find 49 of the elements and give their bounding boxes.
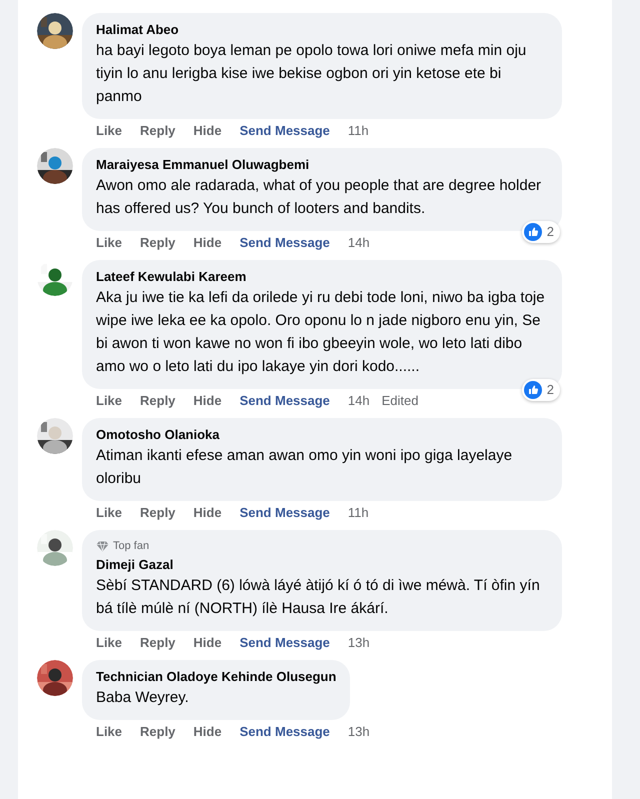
comment-text: ha bayi legoto boya leman pe opolo towa lori oniwe mefa min oju tiyin lo anu lerigba kise iwe bekise ogbon ori yin ketose ete bi panmo: [96, 41, 528, 107]
action-link[interactable]: Like: [96, 503, 122, 523]
comment-text: Awon omo ale radarada, what of you people that are degree holder has offered us? You bunch of looters and bandits.: [96, 176, 542, 219]
action-link[interactable]: Hide: [193, 503, 222, 523]
action-link[interactable]: Reply: [140, 503, 176, 523]
comment-text: Baba Weyrey.: [96, 688, 190, 708]
author-name[interactable]: Omotosho Olanioka: [96, 426, 220, 444]
action-link[interactable]: Send Message: [240, 233, 330, 253]
author-name[interactable]: Lateef Kewulabi Kareem: [96, 268, 246, 286]
author-name[interactable]: Maraiyesa Emmanuel Oluwagbemi: [96, 156, 310, 174]
timestamp[interactable]: 11h: [348, 503, 369, 523]
author-name[interactable]: Technician Oladoye Kehinde Olusegun: [96, 668, 336, 686]
timestamp[interactable]: 13h: [348, 722, 370, 742]
top-fan-label: Top fan: [113, 538, 150, 554]
action-link[interactable]: Send Message: [240, 391, 330, 411]
reaction-count[interactable]: 2: [522, 379, 560, 401]
action-link[interactable]: Like: [96, 722, 122, 742]
action-link[interactable]: Send Message: [240, 722, 330, 742]
action-link[interactable]: Reply: [140, 391, 176, 411]
comment-text: Aka ju iwe tie ka lefi da orilede yi ru debi tode loni, niwo ba igba toje wipe iwe leka ee ka opolo. Oro oponu lo n jade nigboro enu yin, Se bi awon ti won kawe no won fi ibo gbeeyin wole, wo leto lati dibo amo wo o leto lati du ipo lakaye yin dori kodo......: [96, 288, 546, 377]
action-link[interactable]: Like: [96, 233, 122, 253]
author-name[interactable]: Halimat Abeo: [96, 21, 179, 39]
action-link[interactable]: Like: [96, 633, 122, 653]
action-link[interactable]: Send Message: [240, 503, 330, 523]
action-link[interactable]: Hide: [193, 121, 222, 141]
edited-label: Edited: [382, 392, 418, 410]
comment-text: Sèbí STANDARD (6) lówà láyé àtijó kí ó tó di ìwe méwà. Tí òfin yín bá tílè múlè ní (NORTH) ílè Hausa Ire ákárí.: [96, 576, 541, 619]
action-link[interactable]: Reply: [140, 121, 176, 141]
action-link[interactable]: Hide: [193, 633, 222, 653]
action-link[interactable]: Hide: [193, 391, 222, 411]
action-link[interactable]: Reply: [140, 633, 176, 653]
action-link[interactable]: Send Message: [240, 121, 330, 141]
action-link[interactable]: Hide: [193, 233, 222, 253]
action-link[interactable]: Reply: [140, 722, 176, 742]
comment-text: Atiman ikanti efese aman awan omo yin woni ipo giga layelaye oloribu: [96, 446, 514, 489]
reaction-count[interactable]: 2: [522, 221, 560, 243]
diamond-icon: [96, 540, 109, 552]
timestamp[interactable]: 14h: [348, 391, 370, 411]
action-link[interactable]: Send Message: [240, 633, 330, 653]
timestamp[interactable]: 14h: [348, 233, 370, 253]
action-link[interactable]: Like: [96, 391, 122, 411]
action-link[interactable]: Hide: [193, 722, 222, 742]
timestamp[interactable]: 13h: [348, 633, 370, 653]
action-link[interactable]: Like: [96, 121, 122, 141]
like-icon: [524, 381, 542, 399]
action-link[interactable]: Reply: [140, 233, 176, 253]
timestamp[interactable]: 11h: [348, 121, 369, 141]
like-icon: [524, 223, 542, 241]
author-name[interactable]: Dimeji Gazal: [96, 556, 174, 574]
